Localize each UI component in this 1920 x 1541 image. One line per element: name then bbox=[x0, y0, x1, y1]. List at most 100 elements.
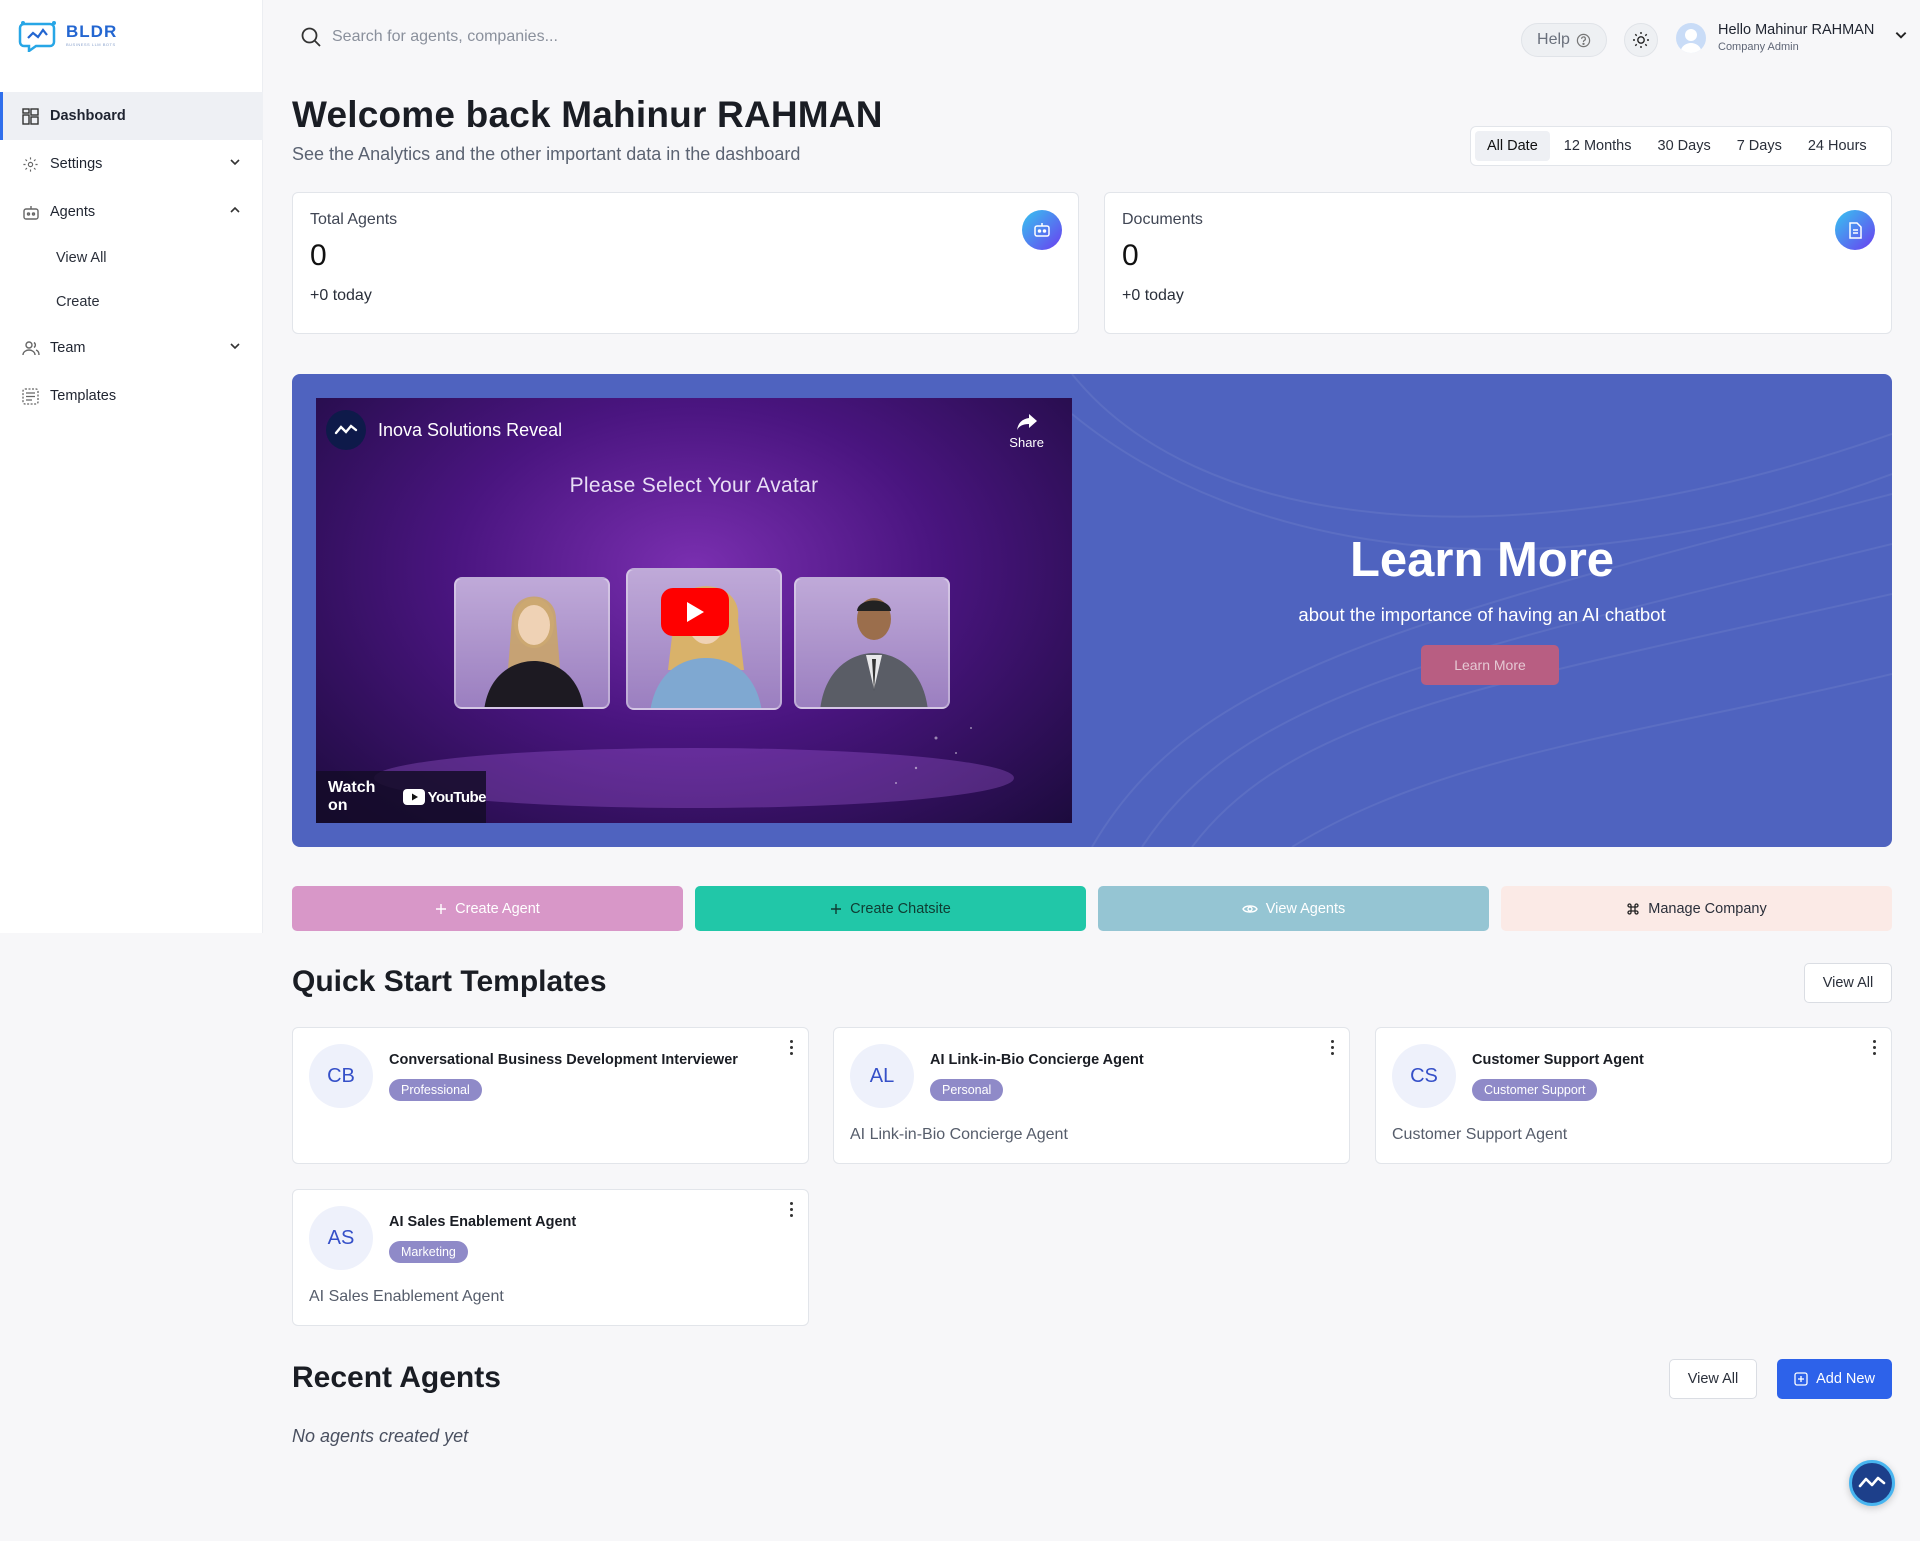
recent-agents-heading: Recent Agents bbox=[292, 1361, 501, 1394]
create-chatsite-button[interactable]: Create Chatsite bbox=[695, 886, 1086, 931]
sidebar-item-label: Settings bbox=[50, 156, 103, 172]
page-subtitle: See the Analytics and the other importan… bbox=[292, 144, 801, 164]
plus-icon bbox=[436, 903, 447, 914]
video-frame-text: Please Select Your Avatar bbox=[569, 474, 819, 497]
range-12-months[interactable]: 12 Months bbox=[1552, 131, 1644, 161]
page-title: Welcome back Mahinur RAHMAN bbox=[292, 94, 883, 135]
theme-toggle-button[interactable] bbox=[1624, 23, 1658, 57]
action-label: Create Chatsite bbox=[850, 900, 951, 917]
avatar-tile-man-suit bbox=[794, 577, 950, 709]
stat-card-documents: Documents 0 +0 today bbox=[1104, 192, 1892, 334]
templates-icon bbox=[22, 387, 40, 405]
sidebar-item-agents[interactable]: Agents bbox=[0, 188, 263, 236]
sidebar-subitem-create[interactable]: Create bbox=[0, 280, 263, 324]
plus-icon bbox=[831, 903, 842, 914]
watch-on-youtube-button[interactable]: Watch on YouTube bbox=[316, 771, 487, 823]
templates-heading: Quick Start Templates bbox=[292, 965, 607, 998]
document-icon bbox=[1835, 210, 1875, 250]
recent-view-all-button[interactable]: View All bbox=[1669, 1359, 1757, 1399]
quick-actions: Create Agent Create Chatsite View Agents… bbox=[292, 886, 1892, 931]
user-menu[interactable]: Hello Mahinur RAHMAN Company Admin bbox=[1676, 22, 1908, 53]
stat-delta: +0 today bbox=[1122, 287, 1184, 304]
video-player[interactable]: Inova Solutions Reveal Share Please Sele… bbox=[316, 398, 1072, 823]
sun-icon bbox=[1633, 32, 1649, 48]
template-initials: AS bbox=[309, 1206, 373, 1270]
chat-assistant-button[interactable] bbox=[1849, 1460, 1895, 1506]
plus-square-icon bbox=[1794, 1372, 1808, 1386]
template-description: Customer Support Agent bbox=[1392, 1126, 1568, 1143]
add-new-button[interactable]: Add New bbox=[1777, 1359, 1892, 1399]
stat-label: Total Agents bbox=[310, 211, 398, 228]
template-initials: CB bbox=[309, 1044, 373, 1108]
more-options-icon[interactable] bbox=[1329, 1040, 1335, 1055]
template-tag: Marketing bbox=[389, 1241, 468, 1263]
template-name: Customer Support Agent bbox=[1472, 1052, 1644, 1068]
template-name: AI Link-in-Bio Concierge Agent bbox=[930, 1052, 1144, 1068]
learn-more-button[interactable]: Learn More bbox=[1421, 645, 1559, 685]
template-card[interactable]: CB Conversational Business Development I… bbox=[292, 1027, 809, 1164]
brand-name: BLDR bbox=[66, 22, 118, 41]
range-7-days[interactable]: 7 Days bbox=[1725, 131, 1794, 161]
sidebar-item-team[interactable]: Team bbox=[0, 324, 263, 372]
range-all-date[interactable]: All Date bbox=[1475, 131, 1550, 161]
range-24-hours[interactable]: 24 Hours bbox=[1796, 131, 1879, 161]
action-label: Create Agent bbox=[455, 900, 540, 917]
gear-icon bbox=[22, 155, 40, 173]
users-icon bbox=[22, 339, 40, 357]
search-icon bbox=[301, 27, 321, 47]
add-new-label: Add New bbox=[1816, 1371, 1875, 1387]
template-name: Conversational Business Development Inte… bbox=[389, 1052, 738, 1068]
brand-logo[interactable]: BLDR BUSINESS LLM BOTS bbox=[18, 18, 117, 52]
sidebar-item-templates[interactable]: Templates bbox=[0, 372, 263, 420]
sidebar-item-label: Templates bbox=[50, 388, 117, 404]
video-header: Inova Solutions Reveal bbox=[326, 410, 562, 450]
stat-value: 0 bbox=[310, 239, 327, 272]
banner-heading: Learn More bbox=[1349, 533, 1615, 587]
view-agents-button[interactable]: View Agents bbox=[1098, 886, 1489, 931]
play-button[interactable] bbox=[661, 588, 729, 636]
user-greeting: Hello Mahinur RAHMAN bbox=[1718, 22, 1875, 38]
share-button[interactable]: Share bbox=[1009, 412, 1044, 450]
sidebar: BLDR BUSINESS LLM BOTS Dashboard Setting… bbox=[0, 0, 263, 933]
robot-icon bbox=[22, 203, 40, 221]
bldr-logo-icon bbox=[18, 21, 56, 52]
sidebar-item-label: Team bbox=[50, 340, 86, 356]
youtube-wordmark: YouTube bbox=[427, 788, 487, 806]
search-input[interactable]: Search for agents, companies... bbox=[332, 28, 558, 46]
template-initials: AL bbox=[850, 1044, 914, 1108]
sidebar-subitem-view-all[interactable]: View All bbox=[0, 236, 263, 280]
help-button[interactable]: Help bbox=[1521, 23, 1607, 57]
brand-tagline: BUSINESS LLM BOTS bbox=[66, 42, 116, 47]
more-options-icon[interactable] bbox=[788, 1040, 794, 1055]
template-tag: Personal bbox=[930, 1079, 1004, 1101]
stat-delta: +0 today bbox=[310, 287, 372, 304]
search-bar[interactable]: Search for agents, companies... bbox=[300, 26, 558, 48]
share-icon bbox=[1016, 414, 1037, 430]
video-title[interactable]: Inova Solutions Reveal bbox=[378, 420, 562, 441]
youtube-logo: YouTube bbox=[402, 788, 487, 806]
eye-icon bbox=[1241, 904, 1258, 913]
template-card[interactable]: CS Customer Support Agent Customer Suppo… bbox=[1375, 1027, 1892, 1164]
dashboard-icon bbox=[22, 107, 40, 125]
template-tag: Professional bbox=[389, 1079, 482, 1101]
share-label: Share bbox=[1009, 435, 1044, 450]
template-card[interactable]: AL AI Link-in-Bio Concierge Agent Person… bbox=[833, 1027, 1350, 1164]
create-agent-button[interactable]: Create Agent bbox=[292, 886, 683, 931]
robot-icon bbox=[1022, 210, 1062, 250]
template-name: AI Sales Enablement Agent bbox=[389, 1214, 577, 1230]
chevron-down-icon bbox=[229, 340, 241, 356]
chevron-up-icon bbox=[229, 204, 241, 220]
sidebar-item-settings[interactable]: Settings bbox=[0, 140, 263, 188]
date-range-selector: All Date 12 Months 30 Days 7 Days 24 Hou… bbox=[1470, 126, 1892, 166]
template-card[interactable]: AS AI Sales Enablement Agent Marketing A… bbox=[292, 1189, 809, 1326]
more-options-icon[interactable] bbox=[1871, 1040, 1877, 1055]
chevron-down-icon bbox=[1894, 28, 1908, 47]
template-description: AI Sales Enablement Agent bbox=[309, 1288, 504, 1305]
manage-company-button[interactable]: Manage Company bbox=[1501, 886, 1892, 931]
stat-label: Documents bbox=[1122, 211, 1203, 228]
template-tag: Customer Support bbox=[1472, 1079, 1598, 1101]
templates-view-all-button[interactable]: View All bbox=[1804, 963, 1892, 1003]
sidebar-item-dashboard[interactable]: Dashboard bbox=[0, 92, 263, 140]
range-30-days[interactable]: 30 Days bbox=[1646, 131, 1723, 161]
more-options-icon[interactable] bbox=[788, 1202, 794, 1217]
